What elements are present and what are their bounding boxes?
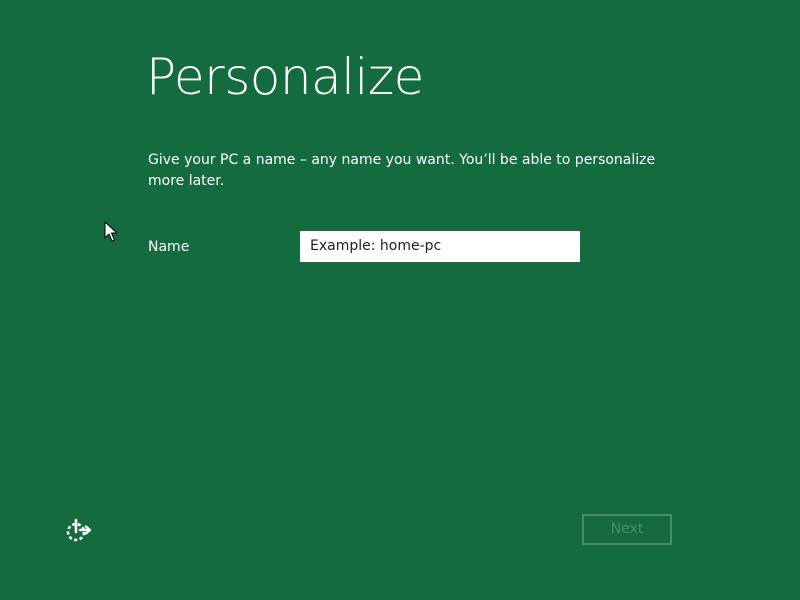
pc-name-input[interactable] bbox=[300, 231, 580, 262]
ease-of-access-glyph bbox=[66, 518, 92, 542]
ease-of-access-icon[interactable] bbox=[64, 517, 92, 545]
name-label: Name bbox=[148, 239, 190, 255]
page-description: Give your PC a name – any name you want.… bbox=[148, 152, 656, 189]
page-title: Personalize bbox=[146, 48, 424, 106]
personalize-screen: Personalize Give your PC a name – any na… bbox=[0, 0, 800, 600]
mouse-pointer-icon bbox=[104, 221, 118, 242]
next-button[interactable]: Next bbox=[582, 514, 672, 545]
